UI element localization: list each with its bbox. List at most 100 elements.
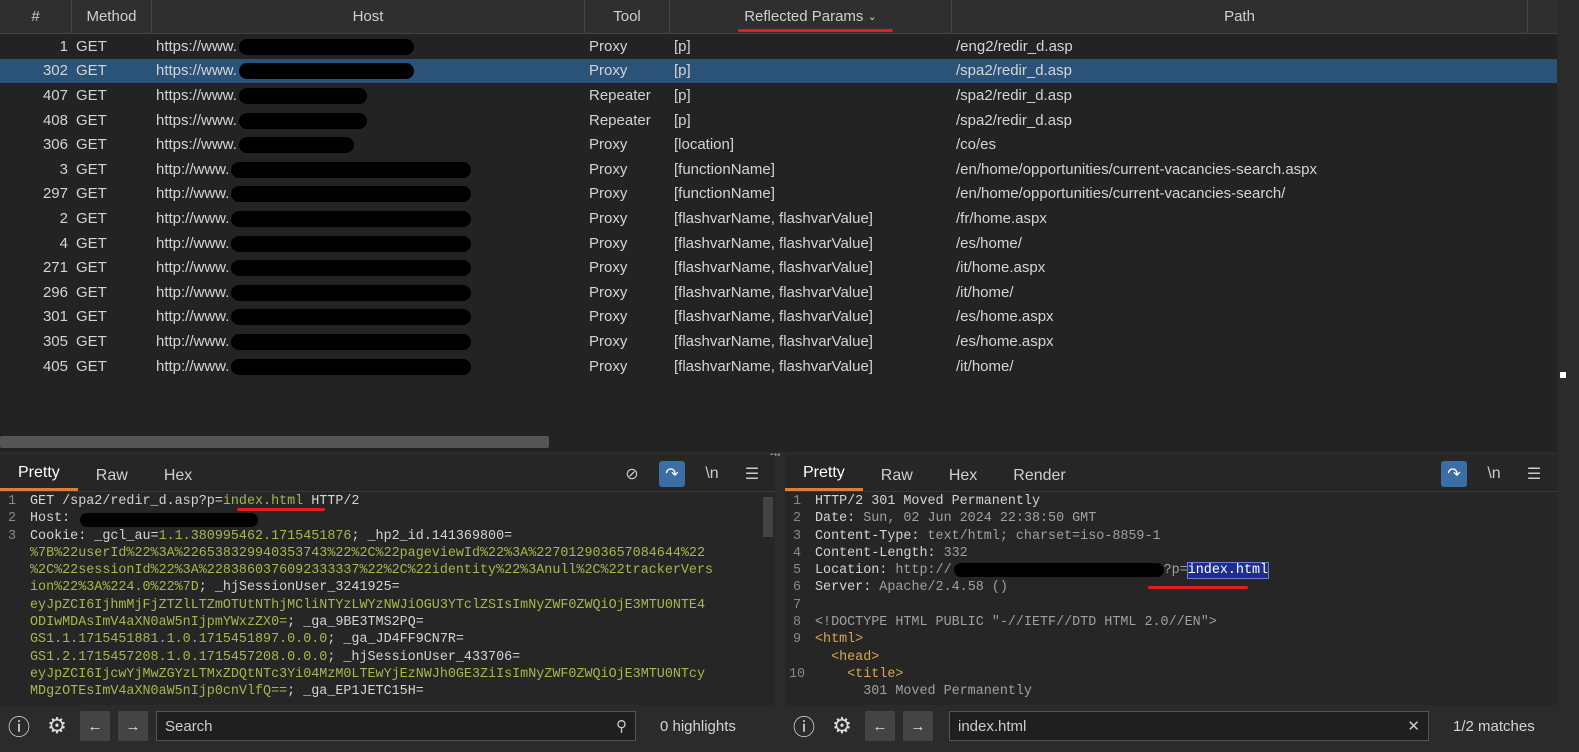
forward-button[interactable]: → — [118, 711, 148, 741]
annotation-underline — [738, 29, 893, 32]
newline-icon[interactable]: \n — [1481, 461, 1507, 487]
wrap-lines-icon[interactable]: ↷ — [659, 461, 685, 487]
row-method: GET — [76, 86, 107, 104]
table-row[interactable]: 306 GET https://www. Proxy [location] /co/es — [0, 132, 1557, 157]
code-line: ​%2C%22sessionId%22%3A%22838603760923333… — [30, 563, 714, 579]
row-method: GET — [76, 357, 107, 375]
help-icon[interactable]: ⓘ — [4, 711, 34, 741]
table-row[interactable]: 2 GET http://www. Proxy [flashvarName, flash… — [0, 206, 1557, 231]
tab-raw[interactable]: Raw — [863, 467, 931, 491]
hide-eye-icon[interactable]: ⊘ — [619, 461, 645, 487]
horizontal-scrollbar[interactable] — [0, 436, 549, 448]
menu-icon[interactable]: ☰ — [1521, 461, 1547, 487]
code-line: ​ <title> — [815, 666, 904, 682]
row-tool: Proxy — [589, 185, 628, 203]
table-row[interactable]: 405 GET http://www. Proxy [flashvarName, fla… — [0, 354, 1557, 379]
table-row[interactable]: 297 GET http://www. Proxy [functionName] /en/… — [0, 182, 1557, 207]
row-params: [flashvarName, flashvarValue] — [674, 283, 873, 301]
vertical-scrollbar[interactable] — [1557, 0, 1579, 452]
results-table: # Method Host Tool Reflected Params ⌄ Pa… — [0, 0, 1557, 452]
table-row[interactable]: 408 GET https://www. Repeater [p] /spa2/redir… — [0, 108, 1557, 133]
row-params: [flashvarName, flashvarValue] — [674, 332, 873, 350]
row-params: [flashvarName, flashvarValue] — [674, 234, 873, 252]
tab-hex[interactable]: Hex — [146, 467, 210, 491]
row-host: http://www. — [152, 161, 585, 178]
search-input[interactable]: Search ⚲ — [156, 711, 636, 741]
row-params: [p] — [674, 62, 691, 80]
row-method: GET — [76, 283, 107, 301]
table-row[interactable]: 1 GET https://www. Proxy [p] /eng2/redir_d.as… — [0, 34, 1557, 59]
redaction — [231, 358, 472, 375]
line-number — [0, 631, 24, 648]
redaction — [231, 284, 472, 301]
row-params: [functionName] — [674, 160, 775, 178]
help-icon[interactable]: ⓘ — [789, 711, 819, 741]
redaction — [231, 309, 472, 326]
chevron-down-icon: ⌄ — [867, 11, 877, 23]
line-number: 1 — [792, 494, 802, 509]
line-number: 1 — [7, 494, 17, 509]
line-number — [0, 666, 24, 683]
table-row[interactable]: 3 GET http://www. Proxy [functionName] /en/ho… — [0, 157, 1557, 182]
row-host: http://www. — [152, 210, 585, 227]
redaction — [231, 333, 472, 350]
response-editor[interactable]: 1 234 567 89 10 ​HTTP/2 301 Moved Permanent… — [785, 493, 1557, 705]
editor-scrollbar[interactable] — [763, 497, 773, 537]
line-number — [785, 649, 809, 666]
redaction — [231, 210, 472, 227]
request-editor[interactable]: 1 23 ​GET /spa2/redir_d.asp?p=index.html … — [0, 493, 775, 705]
code-line: ​ 301 Moved Permanently — [815, 684, 1032, 700]
row-params: [flashvarName, flashvarValue] — [674, 357, 873, 375]
search-input[interactable]: index.html ✕ — [949, 711, 1429, 741]
col-label: Reflected Params — [744, 8, 864, 25]
back-button[interactable]: ← — [80, 711, 110, 741]
row-params: [functionName] — [674, 185, 775, 203]
table-row[interactable]: 302 GET https://www. Proxy [p] /spa2/redir_d.… — [0, 58, 1557, 84]
request-search-bar: ⓘ ⚙ ← → Search ⚲ 0 highlights — [0, 705, 775, 747]
row-path: /spa2/redir_d.asp — [956, 111, 1072, 129]
back-button[interactable]: ← — [865, 711, 895, 741]
tab-render[interactable]: Render — [995, 467, 1083, 491]
gear-icon[interactable]: ⚙ — [827, 711, 857, 741]
clear-icon[interactable]: ✕ — [1407, 717, 1420, 735]
row-tool: Proxy — [589, 259, 628, 277]
line-number: 6 — [792, 580, 802, 596]
tab-pretty[interactable]: Pretty — [785, 464, 863, 491]
line-number — [0, 649, 24, 666]
row-method: GET — [76, 160, 107, 178]
row-number: 405 — [42, 357, 68, 375]
table-row[interactable]: 305 GET http://www. Proxy [flashvarName, fla… — [0, 329, 1557, 354]
code-line: ​MDgzOTEsImV4aXN0aW5nIjp0cnVlfQ==; _ga_E… — [30, 684, 424, 700]
col-host[interactable]: Host — [152, 0, 585, 33]
table-row[interactable]: 407 GET https://www. Repeater [p] /spa2/redir… — [0, 83, 1557, 108]
forward-button[interactable]: → — [903, 711, 933, 741]
line-number: 4 — [792, 545, 802, 561]
wrap-lines-icon[interactable]: ↷ — [1441, 461, 1467, 487]
code-line: ​ODIwMDAsImV4aXN0aW5nIjpmYWxzZX0=; _ga_9… — [30, 615, 424, 631]
tab-hex[interactable]: Hex — [931, 467, 995, 491]
row-tool: Proxy — [589, 308, 628, 326]
col-number[interactable]: # — [0, 0, 72, 33]
table-row[interactable]: 301 GET http://www. Proxy [flashvarName, fla… — [0, 305, 1557, 330]
redaction — [231, 235, 472, 252]
search-icon: ⚲ — [616, 718, 627, 735]
col-path[interactable]: Path — [952, 0, 1528, 33]
row-tool: Proxy — [589, 234, 628, 252]
gear-icon[interactable]: ⚙ — [42, 711, 72, 741]
line-number — [0, 545, 24, 562]
row-path: /spa2/redir_d.asp — [956, 86, 1072, 104]
newline-icon[interactable]: \n — [699, 461, 725, 487]
table-row[interactable]: 4 GET http://www. Proxy [flashvarName, flash… — [0, 231, 1557, 256]
code-line: ​eyJpZCI6IjhmMjFjZTZlLTZmOTUtNThjMCliNTY… — [30, 597, 705, 613]
col-tool[interactable]: Tool — [585, 0, 670, 33]
row-number: 1 — [59, 37, 68, 55]
tab-pretty[interactable]: Pretty — [0, 464, 78, 491]
tab-raw[interactable]: Raw — [78, 467, 146, 491]
menu-icon[interactable]: ☰ — [739, 461, 765, 487]
row-host: https://www. — [152, 112, 585, 129]
col-method[interactable]: Method — [72, 0, 152, 33]
row-path: /it/home/ — [956, 283, 1014, 301]
table-row[interactable]: 296 GET http://www. Proxy [flashvarName, fla… — [0, 280, 1557, 305]
col-reflected-params[interactable]: Reflected Params ⌄ — [670, 0, 952, 33]
table-row[interactable]: 271 GET http://www. Proxy [flashvarName, fla… — [0, 255, 1557, 280]
